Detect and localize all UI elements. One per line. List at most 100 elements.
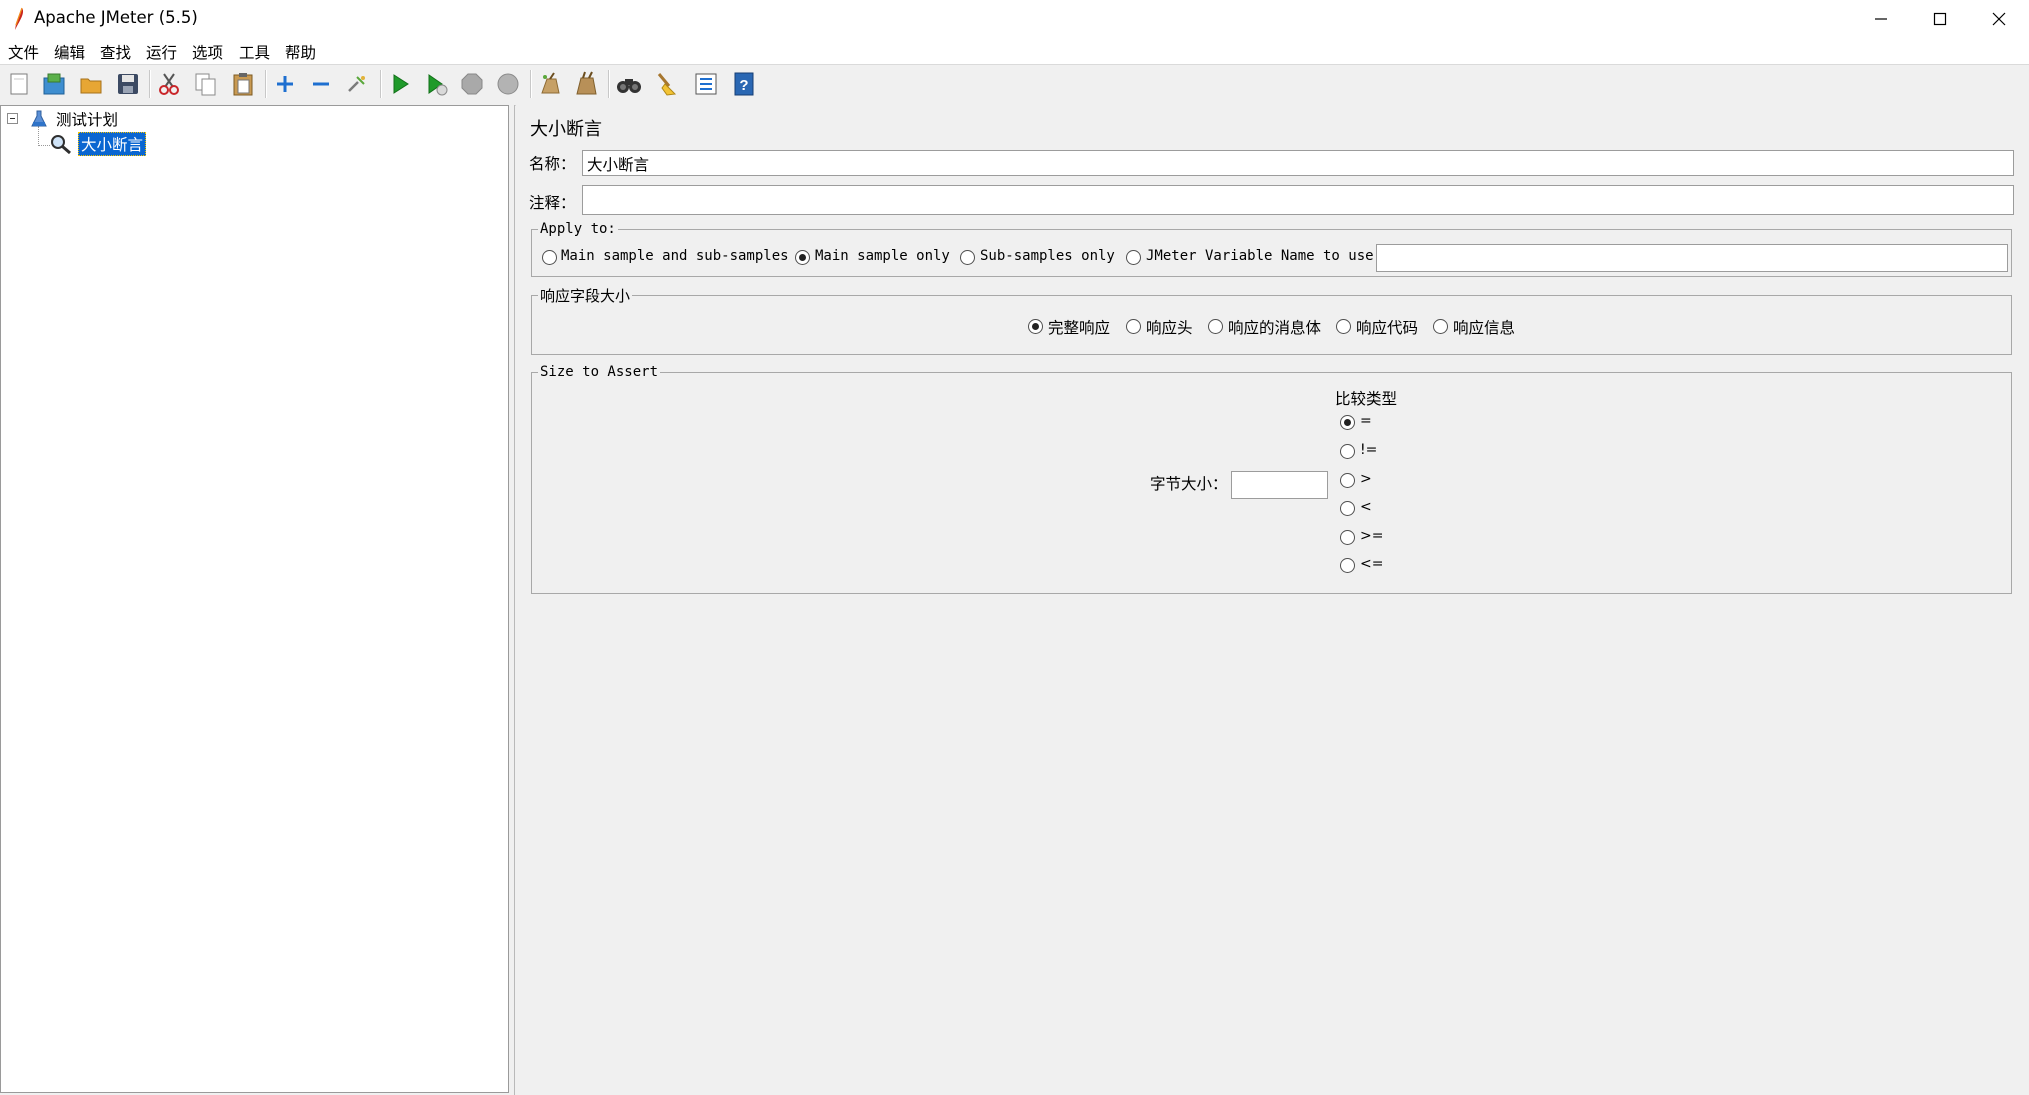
expand-all-button[interactable]	[269, 68, 301, 100]
window-title: Apache JMeter (5.5)	[34, 8, 198, 27]
apply-main-only-radio[interactable]	[795, 250, 810, 265]
apply-main-and-sub-radio[interactable]	[542, 250, 557, 265]
compare-ge-radio[interactable]	[1340, 530, 1355, 545]
templates-button[interactable]	[38, 68, 70, 100]
save-icon	[118, 74, 138, 94]
menu-bar: 文件 编辑 查找 运行 选项 工具 帮助	[0, 38, 2029, 65]
name-field[interactable]: 大小断言	[582, 150, 2014, 176]
search-icon	[617, 79, 641, 93]
templates-icon	[43, 73, 65, 95]
magnifier-icon	[51, 135, 71, 154]
menu-options[interactable]: 选项	[192, 41, 223, 63]
paste-icon	[233, 73, 253, 96]
compare-eq-radio[interactable]	[1340, 415, 1355, 430]
tree-node-test-plan[interactable]: 测试计划	[56, 108, 118, 130]
field-message-radio[interactable]	[1433, 319, 1448, 334]
comment-label: 注释：	[529, 194, 576, 212]
toggle-icon	[348, 76, 365, 92]
assertion-editor: 大小断言 名称： 大小断言 注释： Apply to: Main sample …	[516, 105, 2029, 1095]
menu-file[interactable]: 文件	[8, 41, 39, 63]
paste-button[interactable]	[227, 68, 259, 100]
function-helper-button[interactable]	[690, 68, 722, 100]
panel-title: 大小断言	[530, 119, 602, 140]
tree-node-size-assertion[interactable]: 大小断言	[78, 132, 147, 156]
expand-icon	[277, 76, 293, 92]
menu-edit[interactable]: 编辑	[54, 41, 85, 63]
compare-gt-radio[interactable]	[1340, 473, 1355, 488]
apply-sub-only-label: Sub-samples only	[980, 248, 1115, 264]
tree-collapse-toggle[interactable]	[7, 113, 18, 124]
minus-icon	[10, 118, 15, 119]
close-button[interactable]	[1970, 0, 2028, 38]
name-label: 名称：	[529, 155, 576, 173]
apply-variable-radio[interactable]	[1126, 250, 1141, 265]
start-icon	[393, 74, 409, 94]
start-button[interactable]	[384, 68, 416, 100]
minimize-button[interactable]	[1852, 0, 1910, 38]
compare-le-label: <=	[1360, 556, 1384, 572]
stop-icon	[461, 73, 483, 95]
help-icon: ?	[734, 72, 754, 96]
menu-help[interactable]: 帮助	[285, 41, 316, 63]
clear-icon	[541, 72, 560, 94]
save-button[interactable]	[112, 68, 144, 100]
apply-main-only-label: Main sample only	[815, 248, 950, 264]
menu-run[interactable]: 运行	[146, 41, 177, 63]
cut-button[interactable]	[153, 68, 185, 100]
stop-button[interactable]	[456, 68, 488, 100]
close-icon	[1992, 12, 2006, 26]
comment-field[interactable]	[582, 185, 2014, 215]
function-helper-icon	[695, 73, 717, 95]
apply-variable-label: JMeter Variable Name to use	[1146, 248, 1374, 264]
title-bar: Apache JMeter (5.5)	[0, 0, 2029, 38]
size-label: 字节大小：	[1150, 475, 1228, 493]
compare-ne-radio[interactable]	[1340, 444, 1355, 459]
field-full-response-radio[interactable]	[1028, 319, 1043, 334]
apply-main-and-sub-label: Main sample and sub-samples	[561, 248, 789, 264]
compare-ge-label: >=	[1360, 528, 1384, 544]
compare-le-radio[interactable]	[1340, 558, 1355, 573]
compare-ne-label: !=	[1360, 442, 1378, 458]
clear-button[interactable]	[534, 68, 566, 100]
toggle-button[interactable]	[341, 68, 373, 100]
tree-connector	[38, 145, 50, 146]
collapse-icon	[313, 82, 329, 86]
compare-lt-label: <	[1360, 499, 1372, 515]
open-button[interactable]	[75, 68, 107, 100]
maximize-button[interactable]	[1911, 0, 1969, 38]
compare-gt-label: >	[1360, 471, 1372, 487]
panel-splitter[interactable]	[509, 105, 515, 1095]
field-body-label: 响应的消息体	[1228, 319, 1322, 337]
compare-eq-label: =	[1360, 413, 1372, 429]
copy-button[interactable]	[190, 68, 222, 100]
new-button[interactable]	[3, 68, 35, 100]
collapse-all-button[interactable]	[305, 68, 337, 100]
clear-all-icon	[576, 71, 597, 95]
reset-search-icon	[657, 73, 677, 96]
field-code-radio[interactable]	[1336, 319, 1351, 334]
svg-text:?: ?	[739, 77, 748, 94]
clear-all-button[interactable]	[570, 68, 602, 100]
field-message-label: 响应信息	[1453, 319, 1516, 337]
variable-name-field[interactable]	[1376, 244, 2008, 272]
field-body-radio[interactable]	[1208, 319, 1223, 334]
start-no-pause-button[interactable]	[420, 68, 452, 100]
cut-icon	[159, 73, 179, 95]
menu-search[interactable]: 查找	[100, 41, 131, 63]
size-field[interactable]	[1231, 471, 1328, 499]
reset-search-button[interactable]	[650, 68, 682, 100]
apply-sub-only-radio[interactable]	[960, 250, 975, 265]
compare-lt-radio[interactable]	[1340, 501, 1355, 516]
field-code-label: 响应代码	[1356, 319, 1419, 337]
response-field-legend: 响应字段大小	[540, 287, 631, 305]
minimize-icon	[1875, 18, 1887, 20]
open-icon	[80, 78, 102, 94]
shutdown-icon	[497, 73, 519, 95]
help-button[interactable]: ?	[728, 68, 760, 100]
shutdown-button[interactable]	[492, 68, 524, 100]
maximize-icon	[1933, 12, 1947, 26]
search-button[interactable]	[613, 68, 645, 100]
menu-tools[interactable]: 工具	[239, 41, 270, 63]
toolbar: ?	[0, 65, 2029, 106]
field-headers-radio[interactable]	[1126, 319, 1141, 334]
